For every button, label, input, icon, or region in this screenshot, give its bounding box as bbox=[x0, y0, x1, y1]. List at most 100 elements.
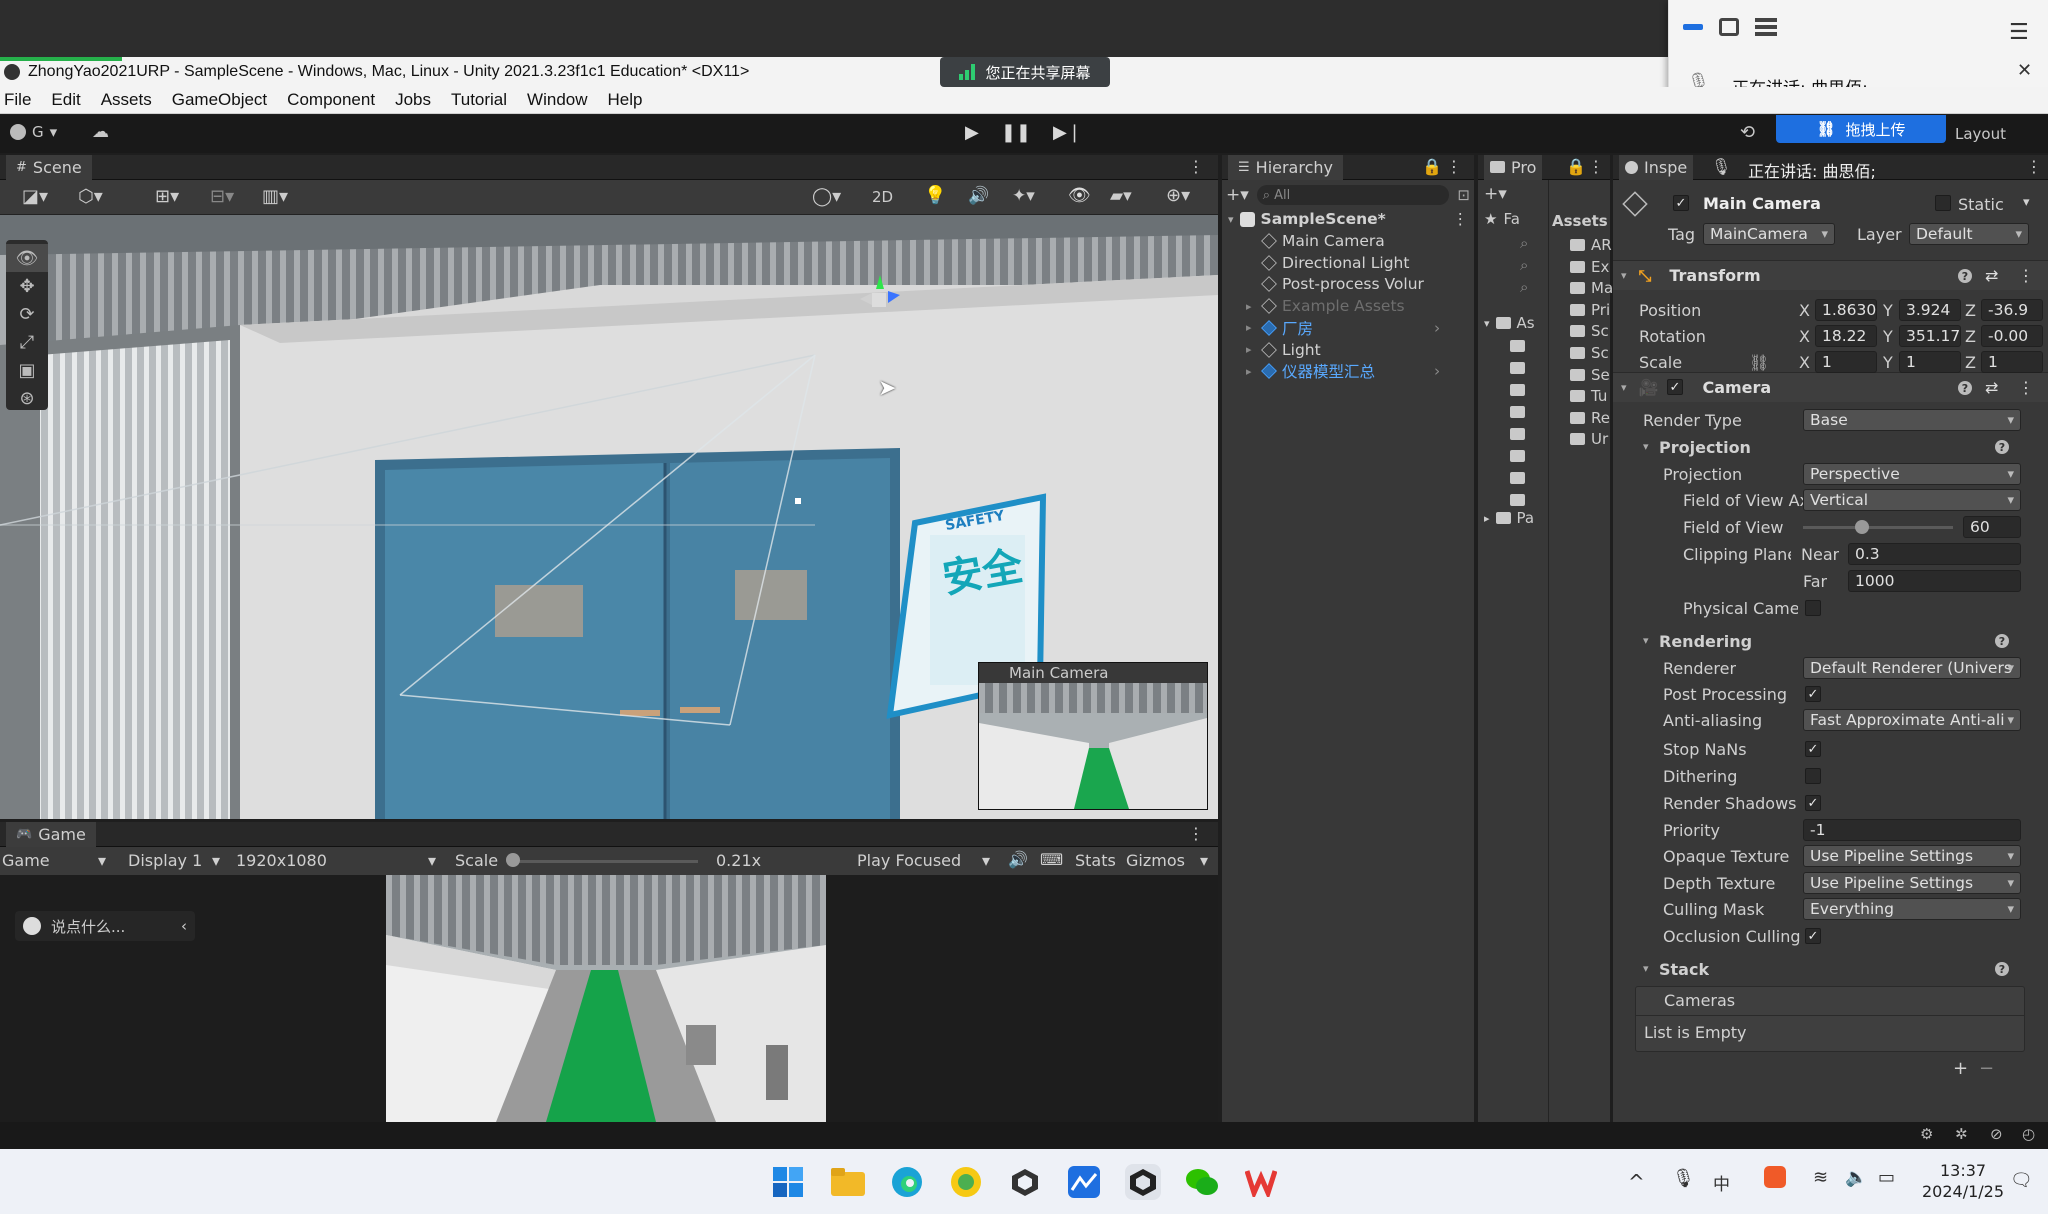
view-tool-icon[interactable]: 👁 bbox=[6, 244, 48, 272]
window-icon[interactable] bbox=[1719, 18, 1739, 36]
rotation-x-field[interactable]: 18.22 bbox=[1815, 325, 1877, 347]
menu-window[interactable]: Window bbox=[527, 90, 587, 110]
chevron-right-icon[interactable]: › bbox=[1434, 362, 1440, 380]
component-menu-icon[interactable]: ⋮ bbox=[2018, 378, 2034, 397]
add-camera-icon[interactable]: + bbox=[1953, 1058, 1968, 1079]
ime-indicator[interactable]: 中 bbox=[1713, 1170, 1730, 1195]
tab-inspector[interactable]: Inspe bbox=[1619, 154, 1694, 180]
asset-item[interactable]: Pri bbox=[1570, 301, 1610, 319]
camera-header[interactable]: ▾ 🎥 ✓ Camera ? ⇄ ⋮ bbox=[1613, 372, 2048, 402]
edge-icon[interactable] bbox=[889, 1164, 925, 1200]
scale-tool-icon[interactable]: ⤢ bbox=[6, 328, 48, 356]
volume-icon[interactable]: 🔈 bbox=[1845, 1167, 1867, 1188]
panel-menu-icon[interactable]: ⋮ bbox=[1188, 824, 1204, 843]
folder-icon[interactable] bbox=[1510, 362, 1525, 374]
sogou-icon[interactable] bbox=[1764, 1166, 1786, 1188]
expand-arrow-icon[interactable]: ▸ bbox=[1246, 343, 1256, 356]
asset-item[interactable]: Ur bbox=[1570, 430, 1608, 448]
preset-icon[interactable]: ⇄ bbox=[1985, 266, 1998, 285]
position-z-field[interactable]: -36.9 bbox=[1981, 299, 2043, 321]
camera-icon[interactable]: ▰▾ bbox=[1110, 186, 1132, 206]
upload-button[interactable]: ⛓ 拖拽上传 bbox=[1776, 115, 1946, 143]
menu-gameobject[interactable]: GameObject bbox=[172, 90, 267, 110]
expand-arrow-icon[interactable]: ▸ bbox=[1246, 300, 1256, 313]
rect-tool-icon[interactable]: ▣ bbox=[6, 356, 48, 384]
wps-icon[interactable] bbox=[1243, 1164, 1279, 1200]
stack-section[interactable]: ▾ Stack ? bbox=[1613, 956, 2048, 982]
transform-header[interactable]: ▾ ⤡ Transform ? ⇄ ⋮ bbox=[1613, 260, 2048, 290]
wifi-icon[interactable]: ≋ bbox=[1813, 1167, 1828, 1188]
game-mode-dropdown[interactable]: Game bbox=[2, 851, 50, 870]
grid-snap-icon[interactable]: ⊟▾ bbox=[210, 186, 234, 207]
orientation-icon[interactable]: ◯▾ bbox=[812, 186, 841, 207]
asset-item[interactable]: Sc bbox=[1570, 344, 1609, 362]
maps-icon[interactable] bbox=[1066, 1164, 1102, 1200]
panel-menu-icon[interactable]: ⋮ bbox=[1188, 157, 1204, 176]
fov-axis-dropdown[interactable]: Vertical bbox=[1803, 489, 2021, 511]
visibility-icon[interactable]: 👁 bbox=[1068, 185, 1091, 206]
scale-z-field[interactable]: 1 bbox=[1981, 351, 2043, 373]
notification-icon[interactable]: 🗨 bbox=[2010, 1170, 2033, 1191]
debug-icon[interactable]: ⚙ bbox=[1920, 1125, 1933, 1143]
constrain-proportions-icon[interactable]: ⛓ bbox=[1749, 353, 1769, 372]
windows-start-icon[interactable] bbox=[770, 1164, 806, 1200]
folder-icon[interactable] bbox=[1510, 450, 1525, 462]
help-icon[interactable]: ? bbox=[1958, 269, 1972, 283]
close-icon[interactable]: ✕ bbox=[2017, 60, 2032, 81]
history-icon[interactable]: ⟲ bbox=[1740, 122, 1755, 143]
active-checkbox[interactable]: ✓ bbox=[1673, 195, 1689, 211]
microphone-icon[interactable]: 🎙 bbox=[1672, 1168, 1695, 1189]
rotation-z-field[interactable]: -0.00 bbox=[1981, 325, 2043, 347]
search-options-icon[interactable]: ⊡ bbox=[1457, 186, 1470, 204]
hierarchy-item[interactable]: ▸ 厂房 › bbox=[1246, 317, 1440, 339]
stop-nans-checkbox[interactable]: ✓ bbox=[1805, 741, 1821, 757]
menu-edit[interactable]: Edit bbox=[51, 90, 80, 110]
lighting-icon[interactable]: 💡 bbox=[924, 185, 946, 206]
hierarchy-search[interactable]: ⌕ All bbox=[1256, 185, 1450, 205]
play-icon[interactable]: ▶ bbox=[965, 122, 979, 143]
anti-aliasing-dropdown[interactable]: Fast Approximate Anti-ali bbox=[1803, 709, 2021, 731]
fov-slider-track[interactable] bbox=[1803, 526, 1953, 529]
chevron-down-icon[interactable]: ▾ bbox=[2023, 195, 2030, 210]
asset-item[interactable]: Ma bbox=[1570, 279, 1613, 297]
culling-mask-dropdown[interactable]: Everything bbox=[1803, 898, 2021, 920]
scene-viewport[interactable]: SAFETY 安全 Main Camera bbox=[0, 215, 1218, 819]
renderer-dropdown[interactable]: Default Renderer (Univers bbox=[1803, 657, 2021, 679]
folder-icon[interactable] bbox=[1510, 428, 1525, 440]
bake-icon[interactable]: ✲ bbox=[1955, 1125, 1968, 1143]
play-focused-dropdown[interactable]: Play Focused bbox=[857, 851, 961, 870]
lock-icon[interactable]: 🔒 bbox=[1566, 157, 1586, 176]
chat-input[interactable]: 说点什么... ‹ bbox=[15, 911, 195, 941]
post-processing-checkbox[interactable]: ✓ bbox=[1805, 686, 1821, 702]
rotate-tool-icon[interactable]: ⟳ bbox=[6, 300, 48, 328]
hierarchy-scene-row[interactable]: ▾ SampleScene* ⋮ bbox=[1228, 208, 1468, 230]
clock-time[interactable]: 13:37 bbox=[1940, 1161, 1986, 1180]
game-viewport[interactable]: 说点什么... ‹ bbox=[0, 875, 1218, 1122]
menu-assets[interactable]: Assets bbox=[101, 90, 152, 110]
help-icon[interactable]: ? bbox=[1995, 440, 2009, 454]
static-checkbox[interactable] bbox=[1935, 195, 1951, 211]
scene-menu-icon[interactable]: ⋮ bbox=[1453, 210, 1469, 228]
asset-item[interactable]: Ex bbox=[1570, 258, 1609, 276]
panel-menu-icon[interactable]: ⋮ bbox=[1588, 157, 1604, 176]
collapse-menu-icon[interactable]: ☰ bbox=[2009, 20, 2029, 45]
expand-arrow-icon[interactable]: ▸ bbox=[1246, 365, 1256, 378]
account-dropdown[interactable]: G ▾ bbox=[10, 123, 57, 141]
chevron-up-icon[interactable]: ^ bbox=[1628, 1170, 1645, 1194]
gizmos-dropdown[interactable]: Gizmos bbox=[1126, 851, 1185, 870]
snap-icon[interactable]: ⊞▾ bbox=[155, 186, 179, 207]
panel-menu-icon[interactable]: ⋮ bbox=[2026, 157, 2042, 176]
add-icon[interactable]: +▾ bbox=[1484, 184, 1507, 204]
help-icon[interactable]: ? bbox=[1995, 962, 2009, 976]
collab-icon[interactable]: ⊘ bbox=[1990, 1125, 2003, 1143]
unity-hub-icon[interactable] bbox=[1007, 1164, 1043, 1200]
projection-section[interactable]: ▾ Projection ? bbox=[1613, 434, 2048, 460]
physical-checkbox[interactable] bbox=[1805, 600, 1821, 616]
status-icon[interactable]: ◴ bbox=[2022, 1125, 2035, 1143]
dithering-checkbox[interactable] bbox=[1805, 768, 1821, 784]
sunflower-icon[interactable] bbox=[948, 1164, 984, 1200]
resolution-dropdown[interactable]: 1920x1080 bbox=[236, 851, 327, 870]
favorites-row[interactable]: ★ Fa bbox=[1484, 210, 1520, 228]
clock-date[interactable]: 2024/1/25 bbox=[1922, 1182, 2004, 1201]
scale-slider-thumb[interactable] bbox=[506, 853, 520, 867]
